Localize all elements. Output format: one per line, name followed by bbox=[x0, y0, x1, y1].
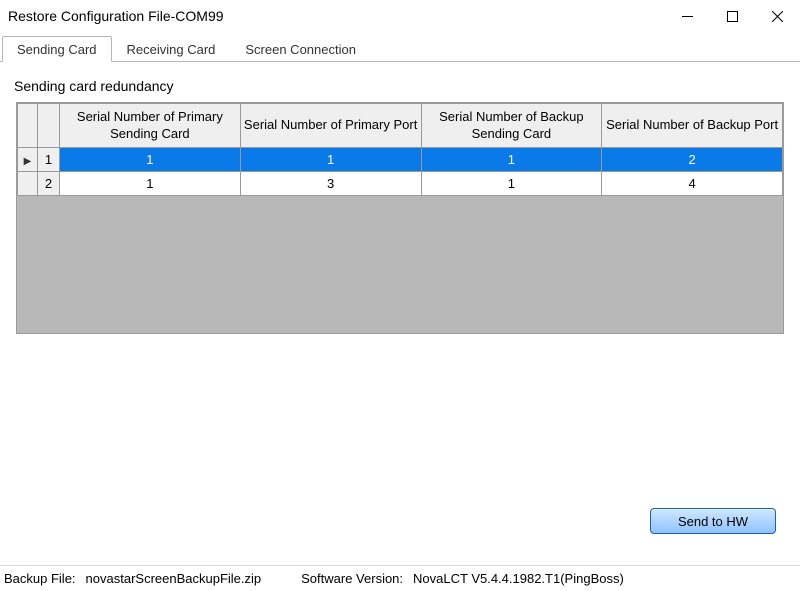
tab-sending-card[interactable]: Sending Card bbox=[2, 36, 112, 62]
status-bar: Backup File: novastarScreenBackupFile.zi… bbox=[0, 565, 800, 591]
backup-file-label: Backup File: bbox=[4, 571, 76, 586]
cell-primary-port[interactable]: 1 bbox=[240, 148, 421, 172]
row-number: 2 bbox=[38, 172, 60, 196]
col-primary-port[interactable]: Serial Number of Primary Port bbox=[240, 104, 421, 148]
table-row[interactable]: ▶ 1 1 1 1 2 bbox=[18, 148, 783, 172]
tab-row: Sending Card Receiving Card Screen Conne… bbox=[0, 35, 800, 62]
close-button[interactable] bbox=[755, 1, 800, 31]
table-row[interactable]: 2 1 3 1 4 bbox=[18, 172, 783, 196]
col-primary-card[interactable]: Serial Number of Primary Sending Card bbox=[60, 104, 241, 148]
row-selector: ▶ bbox=[18, 148, 38, 172]
cell-backup-card[interactable]: 1 bbox=[421, 172, 602, 196]
cell-primary-port[interactable]: 3 bbox=[240, 172, 421, 196]
row-number: 1 bbox=[38, 148, 60, 172]
window-controls bbox=[665, 1, 800, 31]
row-selector-header bbox=[18, 104, 38, 148]
section-heading: Sending card redundancy bbox=[14, 78, 800, 94]
minimize-button[interactable] bbox=[665, 1, 710, 31]
backup-file-value: novastarScreenBackupFile.zip bbox=[86, 571, 262, 586]
table-header-row: Serial Number of Primary Sending Card Se… bbox=[18, 104, 783, 148]
row-selector bbox=[18, 172, 38, 196]
row-pointer-icon: ▶ bbox=[24, 156, 32, 167]
cell-backup-card[interactable]: 1 bbox=[421, 148, 602, 172]
cell-backup-port[interactable]: 2 bbox=[602, 148, 783, 172]
send-to-hw-button[interactable]: Send to HW bbox=[650, 508, 776, 534]
button-row: Send to HW bbox=[0, 508, 800, 534]
software-version-value: NovaLCT V5.4.4.1982.T1(PingBoss) bbox=[413, 571, 624, 586]
window-title: Restore Configuration File-COM99 bbox=[8, 8, 665, 24]
tab-receiving-card[interactable]: Receiving Card bbox=[112, 36, 231, 62]
cell-primary-card[interactable]: 1 bbox=[60, 172, 241, 196]
row-number-header bbox=[38, 104, 60, 148]
software-version-label: Software Version: bbox=[301, 571, 403, 586]
maximize-button[interactable] bbox=[710, 1, 755, 31]
tab-screen-connection[interactable]: Screen Connection bbox=[230, 36, 371, 62]
redundancy-table-wrap: Serial Number of Primary Sending Card Se… bbox=[16, 102, 784, 334]
redundancy-table[interactable]: Serial Number of Primary Sending Card Se… bbox=[17, 103, 783, 196]
col-backup-card[interactable]: Serial Number of Backup Sending Card bbox=[421, 104, 602, 148]
col-backup-port[interactable]: Serial Number of Backup Port bbox=[602, 104, 783, 148]
cell-backup-port[interactable]: 4 bbox=[602, 172, 783, 196]
cell-primary-card[interactable]: 1 bbox=[60, 148, 241, 172]
title-bar: Restore Configuration File-COM99 bbox=[0, 0, 800, 32]
